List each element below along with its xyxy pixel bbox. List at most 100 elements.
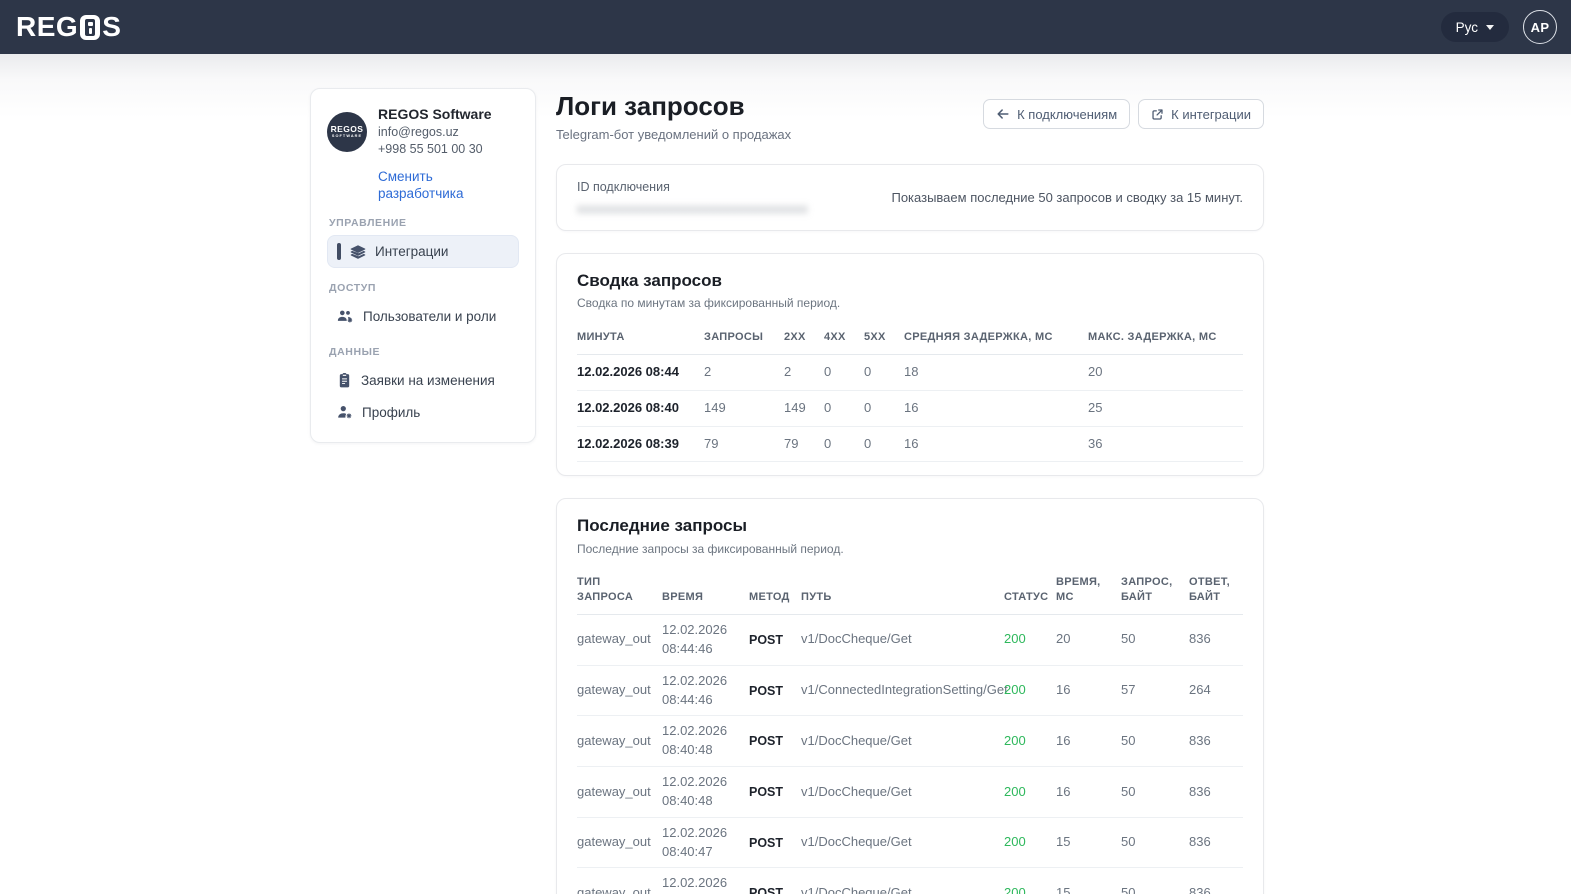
cell-status: 200 xyxy=(1004,665,1056,716)
col-minute: МИНУТА xyxy=(577,324,704,354)
user-gear-icon xyxy=(337,404,353,420)
cell-time: 12.02.2026 08:44:46 xyxy=(662,615,749,666)
cell-path: v1/DocCheque/Get xyxy=(801,868,1004,894)
cell-path: v1/DocCheque/Get xyxy=(801,615,1004,666)
cell-requests: 79 xyxy=(704,426,784,462)
cell-avg-latency: 18 xyxy=(904,354,1088,390)
main-panel: Логи запросов Telegram-бот уведомлений о… xyxy=(556,90,1264,894)
summary-table: МИНУТА ЗАПРОСЫ 2XX 4XX 5XX СРЕДНЯЯ ЗАДЕР… xyxy=(577,324,1243,462)
page-header: Логи запросов Telegram-бот уведомлений о… xyxy=(556,90,1264,144)
col-max-latency: МАКС. ЗАДЕРЖКА, МС xyxy=(1088,324,1243,354)
sidebar-section-data: ДАННЫЕ xyxy=(329,346,519,358)
request-row: gateway_out 12.02.2026 08:40:47 POST v1/… xyxy=(577,868,1243,894)
cell-path: v1/DocCheque/Get xyxy=(801,716,1004,767)
col-request-bytes: ЗАПРОС, БАЙТ xyxy=(1121,569,1189,614)
cell-request-type: gateway_out xyxy=(577,716,662,767)
col-requests: ЗАПРОСЫ xyxy=(704,324,784,354)
developer-phone: +998 55 501 00 30 xyxy=(378,141,519,159)
recent-requests-card: Последние запросы Последние запросы за ф… xyxy=(556,498,1264,894)
cell-status: 200 xyxy=(1004,817,1056,868)
change-developer-link[interactable]: Сменить разработчика xyxy=(378,168,519,203)
sidebar-item-label: Интеграции xyxy=(375,244,448,259)
col-method: МЕТОД xyxy=(749,569,801,614)
clipboard-icon xyxy=(337,372,352,388)
cell-4xx: 0 xyxy=(824,354,864,390)
avatar[interactable]: АР xyxy=(1523,10,1557,44)
cell-request-bytes: 50 xyxy=(1121,817,1189,868)
cell-method: POST xyxy=(749,817,801,868)
language-dropdown[interactable]: Рус xyxy=(1441,12,1509,42)
cell-request-bytes: 50 xyxy=(1121,615,1189,666)
cell-method: POST xyxy=(749,868,801,894)
avatar-initials: АР xyxy=(1531,20,1550,35)
col-path: ПУТЬ xyxy=(801,569,1004,614)
developer-logo-text: REGOS xyxy=(331,124,364,134)
cell-date: 12.02.2026 xyxy=(662,722,741,741)
cell-max-latency: 36 xyxy=(1088,426,1243,462)
cell-path: v1/ConnectedIntegrationSetting/Get xyxy=(801,665,1004,716)
arrow-left-icon xyxy=(996,107,1010,121)
developer-email: info@regos.uz xyxy=(378,124,519,142)
cell-method: POST xyxy=(749,665,801,716)
sidebar-item-change-requests[interactable]: Заявки на изменения xyxy=(327,364,519,396)
cell-5xx: 0 xyxy=(864,390,904,426)
cell-path: v1/DocCheque/Get xyxy=(801,817,1004,868)
developer-name: REGOS Software xyxy=(378,105,519,124)
cell-requests: 2 xyxy=(704,354,784,390)
developer-logo: REGOS SOFTWARE xyxy=(327,112,367,152)
cell-max-latency: 20 xyxy=(1088,354,1243,390)
summary-row: 12.02.2026 08:44 2 2 0 0 18 20 xyxy=(577,354,1243,390)
sidebar-item-label: Профиль xyxy=(362,405,420,420)
sidebar-item-integrations[interactable]: Интеграции xyxy=(327,235,519,268)
brand-text-right: S xyxy=(102,13,121,41)
sidebar-item-users-roles[interactable]: Пользователи и роли xyxy=(327,300,519,332)
cell-date: 12.02.2026 xyxy=(662,672,741,691)
developer-info: REGOS SOFTWARE REGOS Software info@regos… xyxy=(327,105,519,203)
cell-time-ms: 15 xyxy=(1056,817,1121,868)
to-connections-label: К подключениям xyxy=(1017,107,1117,122)
header-actions: К подключениям К интеграции xyxy=(983,99,1264,129)
cell-method: POST xyxy=(749,615,801,666)
cell-date: 12.02.2026 xyxy=(662,824,741,843)
users-roles-icon xyxy=(337,308,354,324)
cell-date: 12.02.2026 xyxy=(662,874,741,893)
cell-response-bytes: 836 xyxy=(1189,868,1243,894)
cell-clock: 08:40:48 xyxy=(662,792,741,811)
language-label: Рус xyxy=(1456,20,1478,35)
page-title: Логи запросов xyxy=(556,90,791,123)
request-row: gateway_out 12.02.2026 08:44:46 POST v1/… xyxy=(577,665,1243,716)
cell-clock: 08:44:46 xyxy=(662,640,741,659)
page-subtitle: Telegram-бот уведомлений о продажах xyxy=(556,126,791,144)
request-row: gateway_out 12.02.2026 08:44:46 POST v1/… xyxy=(577,615,1243,666)
col-5xx: 5XX xyxy=(864,324,904,354)
top-navbar: REG S Рус АР xyxy=(0,0,1571,54)
cell-time: 12.02.2026 08:40:47 xyxy=(662,817,749,868)
cell-avg-latency: 16 xyxy=(904,426,1088,462)
connection-id-value: xxxxxxxxxxxxxxxxxxxxxxxxxxxxxxxxx xyxy=(577,201,808,216)
cell-clock: 08:40:47 xyxy=(662,843,741,862)
request-row: gateway_out 12.02.2026 08:40:48 POST v1/… xyxy=(577,716,1243,767)
cell-requests: 149 xyxy=(704,390,784,426)
sidebar-item-profile[interactable]: Профиль xyxy=(327,396,519,428)
cell-date: 12.02.2026 xyxy=(662,773,741,792)
cell-status: 200 xyxy=(1004,868,1056,894)
cell-request-bytes: 57 xyxy=(1121,665,1189,716)
col-time-ms: ВРЕМЯ, МС xyxy=(1056,569,1121,614)
col-avg-latency: СРЕДНЯЯ ЗАДЕРЖКА, МС xyxy=(904,324,1088,354)
to-integration-button[interactable]: К интеграции xyxy=(1138,99,1264,129)
cell-time: 12.02.2026 08:40:47 xyxy=(662,868,749,894)
recent-requests-table: ТИП ЗАПРОСА ВРЕМЯ МЕТОД ПУТЬ СТАТУС ВРЕМ… xyxy=(577,569,1243,894)
summary-header-row: МИНУТА ЗАПРОСЫ 2XX 4XX 5XX СРЕДНЯЯ ЗАДЕР… xyxy=(577,324,1243,354)
cell-time: 12.02.2026 08:40:48 xyxy=(662,716,749,767)
cell-time: 12.02.2026 08:40:48 xyxy=(662,767,749,818)
regos-logo[interactable]: REG S xyxy=(16,13,121,41)
request-row: gateway_out 12.02.2026 08:40:47 POST v1/… xyxy=(577,817,1243,868)
sidebar-section-access: ДОСТУП xyxy=(329,282,519,294)
cell-request-type: gateway_out xyxy=(577,868,662,894)
content-area: REGOS SOFTWARE REGOS Software info@regos… xyxy=(0,54,1571,894)
sidebar-item-label: Пользователи и роли xyxy=(363,309,496,324)
cell-request-type: gateway_out xyxy=(577,665,662,716)
brand-text-left: REG xyxy=(16,13,78,41)
cell-max-latency: 25 xyxy=(1088,390,1243,426)
to-connections-button[interactable]: К подключениям xyxy=(983,99,1130,129)
